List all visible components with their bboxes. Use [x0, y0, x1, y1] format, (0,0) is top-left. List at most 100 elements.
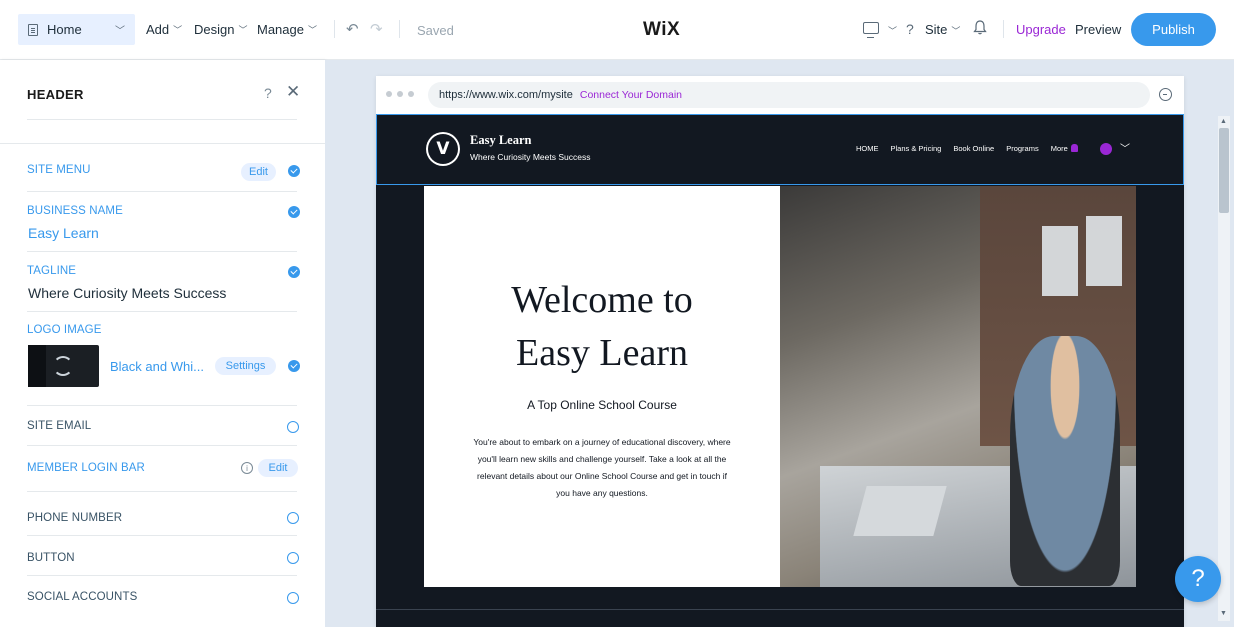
hero-title-line-1: Welcome to — [511, 279, 693, 321]
divider — [27, 405, 297, 406]
nav-item-more[interactable]: More — [1051, 144, 1078, 153]
divider — [27, 491, 297, 492]
member-avatar-icon[interactable] — [1100, 143, 1112, 155]
business-name-checkbox[interactable] — [288, 206, 300, 218]
scroll-up-icon[interactable]: ▲ — [1220, 118, 1227, 125]
hero-body-line-3: relevant details about our Online School… — [477, 471, 727, 481]
nav-item-programs[interactable]: Programs — [1006, 144, 1039, 153]
hero-subtitle: A Top Online School Course — [527, 398, 677, 412]
desktop-view-icon[interactable] — [863, 22, 879, 38]
tagline-value[interactable]: Where Curiosity Meets Success — [28, 285, 226, 301]
divider — [0, 143, 325, 144]
site-tagline: Where Curiosity Meets Success — [470, 152, 591, 162]
scrollbar-thumb[interactable] — [1219, 128, 1229, 213]
preview-button[interactable]: Preview — [1075, 22, 1121, 37]
hero-title-line-2: Easy Learn — [516, 332, 688, 374]
notifications-bell-icon[interactable] — [973, 20, 987, 35]
member-login-edit-button[interactable]: Edit — [258, 459, 298, 477]
chevron-down-icon: ﹀ — [173, 25, 183, 35]
zoom-out-icon[interactable] — [1159, 88, 1172, 101]
manage-menu[interactable]: Manage ﹀ — [257, 22, 317, 37]
chevron-down-icon: ﹀ — [951, 26, 961, 36]
divider — [27, 191, 297, 192]
logo-thumbnail[interactable] — [28, 345, 99, 387]
divider — [376, 609, 1184, 610]
publish-button[interactable]: Publish — [1131, 13, 1216, 46]
button-toggle[interactable] — [287, 552, 299, 564]
chevron-down-icon[interactable]: ﹀ — [1120, 140, 1130, 155]
add-menu[interactable]: Add ﹀ — [146, 22, 182, 37]
nav-item-book-online[interactable]: Book Online — [953, 144, 994, 153]
site-menu[interactable]: Site ﹀ — [925, 22, 960, 37]
logo-image-checkbox[interactable] — [288, 360, 300, 372]
nav-item-plans[interactable]: Plans & Pricing — [891, 144, 942, 153]
site-header-selected[interactable]: V Easy Learn Where Curiosity Meets Succe… — [376, 114, 1184, 185]
help-button[interactable]: ? — [1175, 556, 1221, 602]
site-url: https://www.wix.com/mysite — [439, 89, 573, 101]
stage-scrollbar[interactable]: ▲ ▼ — [1218, 116, 1230, 621]
hero-body-line-1: You're about to embark on a journey of e… — [473, 437, 731, 447]
logo-image-name[interactable]: Black and Whi... — [110, 359, 204, 374]
site-logo-glyph: V — [428, 134, 458, 164]
hero-photo[interactable] — [780, 186, 1136, 587]
divider — [399, 20, 400, 38]
add-menu-label: Add — [146, 22, 170, 37]
divider — [27, 251, 297, 252]
divider — [1003, 20, 1004, 38]
site-nav: HOME Plans & Pricing Book Online Program… — [856, 144, 1078, 153]
divider — [27, 119, 297, 120]
social-accounts-label: SOCIAL ACCOUNTS — [27, 591, 138, 603]
site-menu-label: Site — [925, 22, 948, 37]
design-menu[interactable]: Design ﹀ — [194, 22, 247, 37]
saved-status: Saved — [417, 23, 454, 38]
notification-bell-icon — [1070, 144, 1078, 152]
photo-person — [1010, 336, 1120, 586]
close-icon[interactable]: ✕ — [286, 82, 300, 102]
replace-image-icon — [53, 356, 73, 376]
site-email-toggle[interactable] — [287, 421, 299, 433]
hero-body: You're about to embark on a journey of e… — [464, 434, 740, 502]
connect-domain-link[interactable]: Connect Your Domain — [580, 89, 682, 101]
divider — [27, 535, 297, 536]
hero-title: Welcome to Easy Learn — [424, 274, 780, 380]
editor-topbar: Home ﹀ Add ﹀ Design ﹀ Manage ﹀ ↶ ↷ Saved Wi… — [0, 0, 1234, 60]
redo-icon[interactable]: ↷ — [370, 20, 383, 38]
logo-thumbnail-shade — [28, 345, 46, 387]
nav-item-home[interactable]: HOME — [856, 144, 879, 153]
help-icon[interactable]: ? — [906, 21, 914, 37]
page-selector-label: Home — [47, 22, 82, 37]
business-name-label: BUSINESS NAME — [27, 205, 123, 217]
site-menu-checkbox[interactable] — [288, 165, 300, 177]
social-accounts-toggle[interactable] — [287, 592, 299, 604]
site-name: Easy Learn — [470, 133, 532, 147]
photo-laptop — [853, 486, 947, 536]
logo-settings-button[interactable]: Settings — [215, 357, 276, 375]
chevron-down-icon: ﹀ — [307, 25, 317, 35]
hero-text-panel: Welcome to Easy Learn A Top Online Schoo… — [424, 186, 780, 587]
editor-stage: https://www.wix.com/mysite Connect Your … — [325, 60, 1234, 627]
undo-icon[interactable]: ↶ — [346, 20, 359, 38]
phone-number-label: PHONE NUMBER — [27, 512, 123, 524]
browser-frame: https://www.wix.com/mysite Connect Your … — [376, 76, 1184, 627]
logo-image-label: LOGO IMAGE — [27, 324, 102, 336]
phone-number-toggle[interactable] — [287, 512, 299, 524]
site-menu-edit-button[interactable]: Edit — [241, 163, 276, 181]
tagline-checkbox[interactable] — [288, 266, 300, 278]
divider — [334, 20, 335, 38]
site-logo[interactable]: V — [426, 132, 460, 166]
chevron-down-icon[interactable]: ﹀ — [888, 24, 897, 37]
hero-body-line-2: you'll learn new skills and challenge yo… — [477, 454, 727, 464]
upgrade-link[interactable]: Upgrade — [1016, 22, 1066, 37]
divider — [27, 575, 297, 576]
page-icon — [28, 23, 38, 36]
site-canvas: V Easy Learn Where Curiosity Meets Succe… — [376, 114, 1184, 627]
url-bar[interactable]: https://www.wix.com/mysite Connect Your … — [428, 82, 1150, 108]
business-name-value[interactable]: Easy Learn — [28, 225, 99, 241]
photo-window — [1042, 226, 1078, 296]
panel-help-icon[interactable]: ? — [264, 85, 272, 101]
page-selector[interactable]: Home ﹀ — [18, 14, 135, 45]
window-dots — [386, 91, 414, 97]
hero-body-line-4: you have any questions. — [556, 488, 648, 498]
info-icon[interactable]: i — [241, 462, 253, 474]
scroll-down-icon[interactable]: ▼ — [1220, 610, 1227, 617]
